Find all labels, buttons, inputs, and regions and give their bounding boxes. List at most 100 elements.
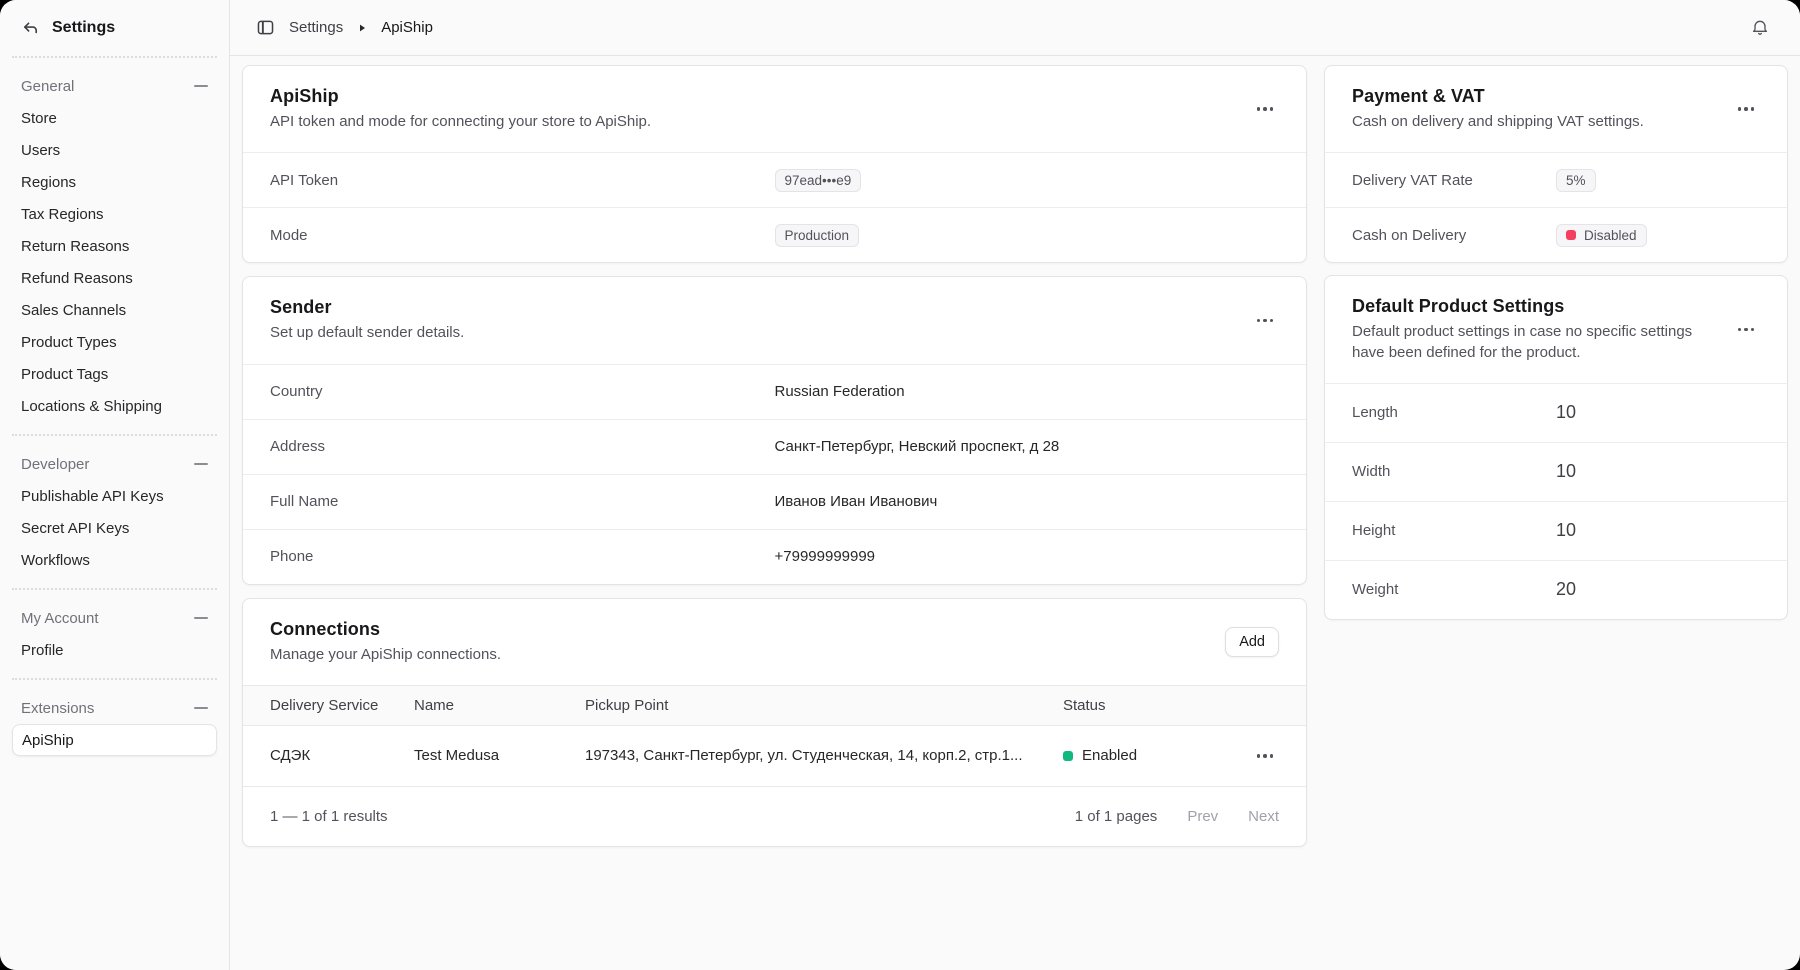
sender-menu-button[interactable]: [1251, 313, 1280, 329]
connections-card: Connections Manage your ApiShip connecti…: [242, 598, 1307, 847]
height-row: Height 10: [1325, 501, 1787, 560]
minus-icon: [194, 707, 208, 709]
col-delivery-service: Delivery Service: [270, 697, 414, 714]
sidebar-item-workflows[interactable]: Workflows: [12, 544, 217, 576]
sender-card: Sender Set up default sender details. Co…: [242, 276, 1307, 584]
weight-label: Weight: [1352, 581, 1556, 598]
main-area: Settings ApiShip: [230, 0, 1800, 970]
api-token-badge: 97ead•••e9: [775, 169, 862, 192]
arrow-uturn-left-icon: [21, 19, 40, 38]
sidebar-item-return-reasons[interactable]: Return Reasons: [12, 230, 217, 262]
cash-on-delivery-badge: Disabled: [1556, 224, 1647, 247]
connections-card-header: Connections Manage your ApiShip connecti…: [243, 599, 1306, 685]
notifications-button[interactable]: [1746, 14, 1774, 42]
breadcrumb-apiship: ApiShip: [381, 19, 433, 36]
connections-card-title: Connections: [270, 619, 1209, 640]
cash-on-delivery-label: Cash on Delivery: [1352, 227, 1556, 244]
payment-vat-card-header: Payment & VAT Cash on delivery and shipp…: [1325, 66, 1787, 152]
col-name: Name: [414, 697, 585, 714]
back-button[interactable]: [21, 19, 40, 38]
width-label: Width: [1352, 463, 1556, 480]
collapse-extensions-button[interactable]: [194, 707, 208, 709]
breadcrumb-settings[interactable]: Settings: [289, 19, 343, 36]
section-general: General: [12, 70, 217, 102]
apiship-card-header: ApiShip API token and mode for connectin…: [243, 66, 1306, 152]
sidebar-item-users[interactable]: Users: [12, 134, 217, 166]
sidebar-item-regions[interactable]: Regions: [12, 166, 217, 198]
connection-row-menu-button[interactable]: [1251, 748, 1280, 764]
default-product-settings-header: Default Product Settings Default product…: [1325, 276, 1787, 383]
height-label: Height: [1352, 522, 1556, 539]
pagination-next-button[interactable]: Next: [1248, 808, 1279, 825]
content: ApiShip API token and mode for connectin…: [230, 56, 1800, 970]
length-label: Length: [1352, 404, 1556, 421]
sidebar-item-tax-regions[interactable]: Tax Regions: [12, 198, 217, 230]
sidebar-item-secret-api-keys[interactable]: Secret API Keys: [12, 512, 217, 544]
api-token-row: API Token 97ead•••e9: [243, 152, 1306, 207]
default-product-settings-subtitle: Default product settings in case no spec…: [1352, 322, 1716, 363]
section-my-account: My Account: [12, 602, 217, 634]
connections-pagination: 1 — 1 of 1 results 1 of 1 pages Prev Nex…: [243, 786, 1306, 846]
connection-status: Enabled: [1063, 747, 1231, 764]
divider: [12, 678, 217, 680]
status-enabled-text: Enabled: [1082, 747, 1137, 764]
connection-row[interactable]: СДЭК Test Medusa 197343, Санкт-Петербург…: [243, 726, 1306, 786]
sidebar-header: Settings: [0, 0, 229, 56]
mode-badge: Production: [775, 224, 860, 247]
payment-vat-card-title: Payment & VAT: [1352, 86, 1716, 107]
weight-value: 20: [1556, 579, 1760, 600]
sidebar-item-sales-channels[interactable]: Sales Channels: [12, 294, 217, 326]
default-product-settings-card: Default Product Settings Default product…: [1324, 275, 1788, 620]
sender-card-title: Sender: [270, 297, 1235, 318]
default-product-settings-menu-button[interactable]: [1732, 322, 1761, 338]
phone-row: Phone +79999999999: [243, 529, 1306, 584]
delivery-vat-rate-badge: 5%: [1556, 169, 1596, 192]
apiship-menu-button[interactable]: [1251, 101, 1280, 117]
add-connection-button[interactable]: Add: [1225, 627, 1279, 657]
pagination-pages: 1 of 1 pages: [1075, 808, 1158, 825]
address-value: Санкт-Петербург, Невский проспект, д 28: [775, 438, 1280, 455]
sidebar-item-product-types[interactable]: Product Types: [12, 326, 217, 358]
sidebar-item-apiship[interactable]: ApiShip: [12, 724, 217, 756]
breadcrumb-separator-icon: [357, 23, 367, 33]
sidebar-item-store[interactable]: Store: [12, 102, 217, 134]
payment-vat-card-subtitle: Cash on delivery and shipping VAT settin…: [1352, 112, 1716, 132]
status-disabled-dot-icon: [1566, 230, 1576, 240]
phone-value: +79999999999: [775, 548, 1280, 565]
section-my-account-label: My Account: [21, 610, 99, 627]
collapse-my-account-button[interactable]: [194, 617, 208, 619]
sender-card-subtitle: Set up default sender details.: [270, 323, 1235, 343]
full-name-label: Full Name: [270, 493, 775, 510]
country-row: Country Russian Federation: [243, 364, 1306, 419]
weight-row: Weight 20: [1325, 560, 1787, 619]
section-extensions-label: Extensions: [21, 700, 94, 717]
sidebar-item-locations-shipping[interactable]: Locations & Shipping: [12, 390, 217, 422]
payment-vat-menu-button[interactable]: [1732, 101, 1761, 117]
minus-icon: [194, 617, 208, 619]
sidebar-item-product-tags[interactable]: Product Tags: [12, 358, 217, 390]
width-row: Width 10: [1325, 442, 1787, 501]
sidebar-item-refund-reasons[interactable]: Refund Reasons: [12, 262, 217, 294]
divider: [12, 56, 217, 58]
settings-sidebar: Settings General Store Users Regions Tax…: [0, 0, 230, 970]
sidebar-toggle-button[interactable]: [256, 18, 275, 37]
pagination-prev-button[interactable]: Prev: [1187, 808, 1218, 825]
section-developer-label: Developer: [21, 456, 89, 473]
main-column: ApiShip API token and mode for connectin…: [242, 65, 1307, 847]
default-product-settings-title: Default Product Settings: [1352, 296, 1716, 317]
collapse-developer-button[interactable]: [194, 463, 208, 465]
side-column: Payment & VAT Cash on delivery and shipp…: [1324, 65, 1788, 620]
pagination-results: 1 — 1 of 1 results: [270, 808, 388, 825]
apiship-card: ApiShip API token and mode for connectin…: [242, 65, 1307, 263]
collapse-general-button[interactable]: [194, 85, 208, 87]
mode-row: Mode Production: [243, 207, 1306, 262]
section-extensions: Extensions: [12, 692, 217, 724]
apiship-card-subtitle: API token and mode for connecting your s…: [270, 112, 1235, 132]
sidebar-item-publishable-api-keys[interactable]: Publishable API Keys: [12, 480, 217, 512]
sidebar-item-profile[interactable]: Profile: [12, 634, 217, 666]
minus-icon: [194, 463, 208, 465]
topbar: Settings ApiShip: [230, 0, 1800, 56]
height-value: 10: [1556, 520, 1760, 541]
country-label: Country: [270, 383, 775, 400]
col-pickup-point: Pickup Point: [585, 697, 1063, 714]
